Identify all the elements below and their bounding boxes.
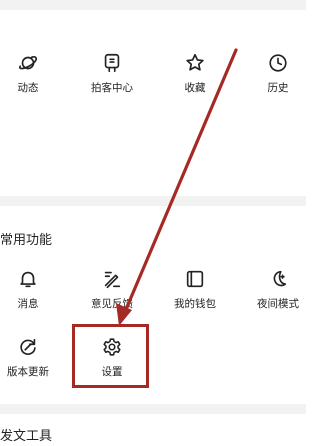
function-feedback-label: 意见反馈 bbox=[91, 298, 133, 310]
clock-icon bbox=[267, 52, 289, 74]
bell-icon bbox=[17, 268, 39, 290]
function-feedback[interactable]: 意见反馈 bbox=[74, 268, 150, 324]
function-messages[interactable]: 消息 bbox=[0, 268, 66, 324]
function-version-update[interactable]: 版本更新 bbox=[0, 336, 66, 392]
shortcut-history[interactable]: 历史 bbox=[240, 52, 316, 108]
planet-icon bbox=[17, 52, 39, 74]
function-night-mode-label: 夜间模式 bbox=[257, 298, 299, 310]
common-functions-row-1: 消息 意见反馈 我的钱包 夜间模式 bbox=[0, 268, 306, 324]
function-settings-label: 设置 bbox=[101, 366, 123, 378]
common-functions-row-2: 版本更新 设置 bbox=[0, 336, 306, 392]
star-icon bbox=[184, 52, 206, 74]
function-night-mode[interactable]: 夜间模式 bbox=[240, 268, 316, 324]
camera-device-icon bbox=[101, 52, 123, 74]
shortcut-history-label: 历史 bbox=[267, 82, 289, 94]
top-shortcuts-row: 动态 拍客中心 收藏 历史 bbox=[0, 52, 306, 108]
function-settings[interactable]: 设置 bbox=[74, 336, 150, 392]
function-wallet-label: 我的钱包 bbox=[174, 298, 216, 310]
shortcut-favorites-label: 收藏 bbox=[184, 82, 206, 94]
function-version-update-label: 版本更新 bbox=[7, 366, 49, 378]
shortcut-dynamics[interactable]: 动态 bbox=[0, 52, 66, 108]
gear-icon bbox=[101, 336, 123, 358]
refresh-icon bbox=[17, 336, 39, 358]
shortcut-paike-center[interactable]: 拍客中心 bbox=[74, 52, 150, 108]
post-tools-title: 发文工具 bbox=[0, 429, 53, 444]
section-divider-top bbox=[0, 0, 306, 10]
feedback-pen-icon bbox=[101, 268, 123, 290]
shortcut-dynamics-label: 动态 bbox=[17, 82, 39, 94]
section-divider-bottom bbox=[0, 404, 306, 414]
shortcut-favorites[interactable]: 收藏 bbox=[157, 52, 233, 108]
section-divider-middle bbox=[0, 196, 306, 206]
shortcut-paike-center-label: 拍客中心 bbox=[91, 82, 133, 94]
function-wallet[interactable]: 我的钱包 bbox=[157, 268, 233, 324]
moon-icon bbox=[267, 268, 289, 290]
wallet-icon bbox=[184, 268, 206, 290]
common-functions-title: 常用功能 bbox=[0, 233, 53, 248]
function-messages-label: 消息 bbox=[17, 298, 39, 310]
